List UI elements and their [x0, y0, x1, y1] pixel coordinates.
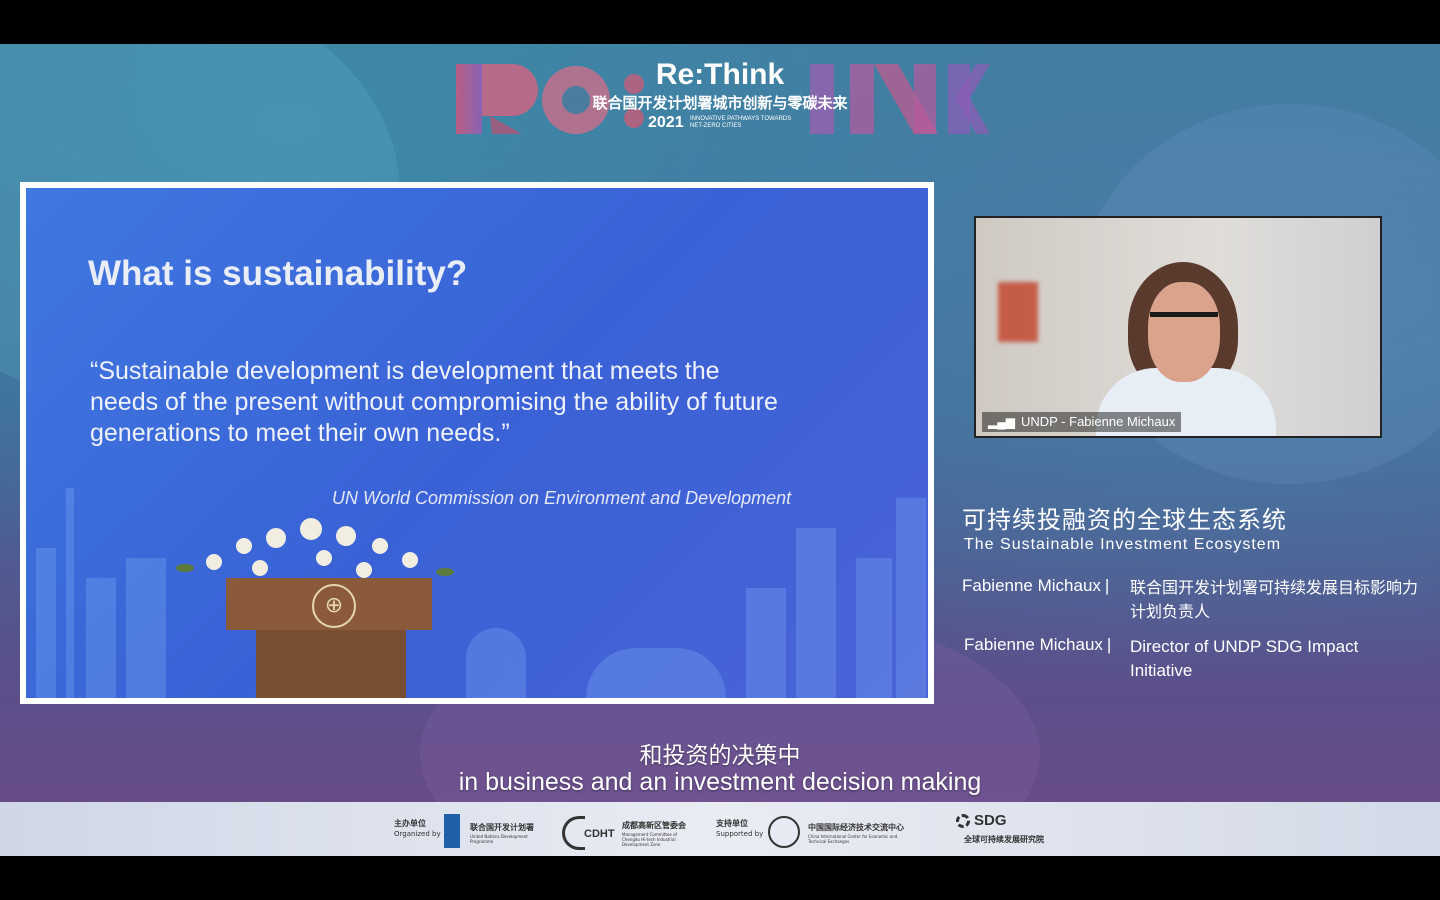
- skyline-building: [36, 548, 56, 698]
- talk-title-en: The Sustainable Investment Ecosystem: [964, 536, 1282, 553]
- speaker-role-cn: 联合国开发计划署可持续发展目标影响力计划负责人: [1130, 578, 1419, 621]
- subtitle-cn: 和投资的决策中: [639, 743, 801, 769]
- talk-title-cn: 可持续投融资的全球生态系统: [962, 506, 1287, 534]
- skyline-building: [66, 488, 74, 698]
- logo-subtitle: 联合国开发计划署城市创新与零碳未来: [592, 94, 848, 112]
- separator: |: [1104, 576, 1110, 595]
- skyline-building: [466, 628, 526, 698]
- organized-by-label-en: Organized by: [394, 830, 441, 838]
- supported-by-label-en: Supported by: [716, 830, 764, 838]
- flower: [252, 560, 268, 576]
- slide-title: What is sustainability?: [88, 254, 468, 293]
- sponsor-footer: 主办单位 Organized by 联合国开发计划署 United Nation…: [0, 802, 1440, 856]
- logo-tagline: INNOVATIVE PATHWAYS TOWARDS NET-ZERO CIT…: [690, 116, 792, 129]
- organized-by-label-cn: 主办单位: [394, 819, 426, 828]
- podium-body: [256, 630, 406, 698]
- cdht-logo: CDHT: [584, 828, 615, 840]
- slide-quote: “Sustainable development is development …: [90, 357, 778, 447]
- cicete-name-cn: 中国国际经济技术交流中心: [808, 823, 904, 832]
- skyline-building: [856, 558, 892, 698]
- presentation-slide: What is sustainability? “Sustainable dev…: [26, 188, 928, 698]
- speaker-name-en-line: Fabienne Michaux |: [964, 635, 1115, 655]
- flower: [356, 562, 372, 578]
- skyline-building: [896, 498, 926, 698]
- supported-by-label-cn: 支持单位: [716, 819, 748, 828]
- sdg-wheel-icon: [956, 814, 970, 828]
- participant-name: UNDP - Fabienne Michaux: [1020, 414, 1176, 429]
- flower: [236, 538, 252, 554]
- speaker-role-en: Director of UNDP SDG Impact Initiative: [1130, 637, 1359, 680]
- sdg-logo: SDG: [974, 812, 1007, 829]
- speaker-video: ▂▄▆ UNDP - Fabienne Michaux: [974, 216, 1382, 438]
- video-background-object: [998, 282, 1038, 342]
- speaker-name: Fabienne Michaux: [964, 635, 1103, 654]
- separator: |: [1106, 635, 1112, 654]
- podium-top: ⊕: [226, 578, 432, 630]
- speaker-name: Fabienne Michaux: [962, 576, 1101, 595]
- speaker-glasses: [1150, 312, 1218, 335]
- flower-leaf: [436, 568, 454, 576]
- flower: [336, 526, 356, 546]
- flower: [316, 550, 332, 566]
- cicete-logo-icon: [768, 816, 800, 848]
- logo-year: 2021: [648, 114, 684, 131]
- undp-logo-icon: [444, 814, 460, 848]
- tsinghua-institute-cn: 全球可持续发展研究院: [964, 835, 1044, 844]
- skyline-building: [746, 588, 786, 698]
- cdht-name-cn: 成都高新区管委会: [622, 821, 686, 830]
- cicete-name-en: China International Center for Economic …: [808, 834, 898, 844]
- un-emblem-icon: ⊕: [312, 584, 356, 628]
- skyline-building: [796, 528, 836, 698]
- flower-leaf: [176, 564, 194, 572]
- video-stage: Re:Think 联合国开发计划署城市创新与零碳未来 2021 INNOVATI…: [0, 44, 1440, 856]
- podium: ⊕: [226, 578, 432, 698]
- skyline-building: [86, 578, 116, 698]
- logo-title: Re:Think: [655, 58, 785, 91]
- skyline-building: [586, 648, 726, 698]
- undp-name-cn: 联合国开发计划署: [470, 823, 534, 832]
- cdht-name-en: Management Committee of Chengdu Hi-tech …: [622, 832, 677, 847]
- flower: [372, 538, 388, 554]
- skyline-building: [126, 558, 166, 698]
- flower: [266, 528, 286, 548]
- flower: [206, 554, 222, 570]
- video-participant-label: ▂▄▆ UNDP - Fabienne Michaux: [982, 412, 1182, 432]
- undp-name-en: United Nations Development Programme: [470, 834, 528, 844]
- speaker-name-cn-line: Fabienne Michaux |: [962, 576, 1113, 596]
- subtitle-en: in business and an investment decision m…: [458, 768, 982, 796]
- flower: [402, 552, 418, 568]
- signal-strength-icon: ▂▄▆: [988, 415, 1015, 429]
- cdht-swoosh-icon: [562, 816, 585, 850]
- flower: [300, 518, 322, 540]
- presentation-panel: What is sustainability? “Sustainable dev…: [20, 182, 934, 704]
